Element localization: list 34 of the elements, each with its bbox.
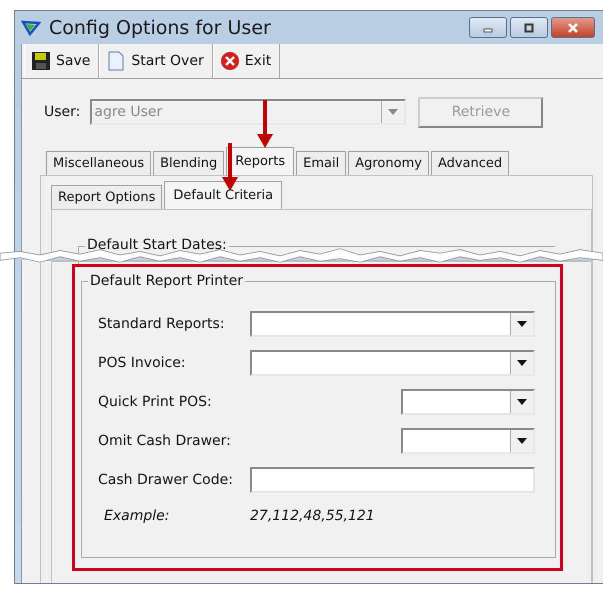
printer-dropdown[interactable] xyxy=(250,350,535,376)
triangle-logo-icon xyxy=(21,20,41,36)
toolbar-button[interactable]: Save xyxy=(24,44,100,78)
maximize-button[interactable] xyxy=(510,17,548,38)
x-circle-icon xyxy=(220,51,240,72)
tab[interactable]: Blending xyxy=(153,151,224,176)
tab[interactable]: Agronomy xyxy=(348,151,429,176)
field-label: POS Invoice: xyxy=(98,354,187,370)
tab[interactable]: Miscellaneous xyxy=(46,151,152,176)
printer-dropdown[interactable] xyxy=(401,428,535,454)
field-label: Omit Cash Drawer: xyxy=(98,432,232,448)
tab[interactable]: Reports xyxy=(226,147,294,176)
field-label: Standard Reports: xyxy=(98,316,226,332)
group-title: Default Report Printer xyxy=(88,273,246,289)
input-field[interactable] xyxy=(250,466,535,492)
printer-dropdown[interactable] xyxy=(250,310,535,336)
close-icon xyxy=(565,22,581,33)
toolbar-button[interactable]: Exit xyxy=(212,44,280,78)
toolbar-button[interactable]: Start Over xyxy=(99,44,213,78)
example-value: 27,112,48,55,121 xyxy=(250,508,375,524)
window-title: Config Options for User xyxy=(49,16,271,39)
user-label: User: xyxy=(44,104,80,120)
arrow-icon xyxy=(255,100,275,148)
printer-dropdown[interactable] xyxy=(401,388,535,414)
minimize-button[interactable] xyxy=(469,17,507,38)
tab[interactable]: Report Options xyxy=(51,185,162,210)
field-label: Quick Print POS: xyxy=(98,394,213,410)
field-label: Cash Drawer Code: xyxy=(98,472,234,488)
tab[interactable]: Advanced xyxy=(430,151,510,176)
tab[interactable]: Default Criteria xyxy=(164,181,282,210)
example-label: Example: xyxy=(103,508,170,524)
tab[interactable]: Email xyxy=(296,151,346,176)
close-button[interactable] xyxy=(551,17,595,38)
blank-page-icon xyxy=(106,51,126,72)
